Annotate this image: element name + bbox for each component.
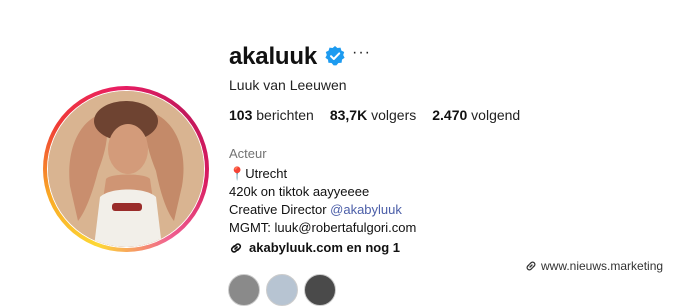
bio-mention-link[interactable]: @akabyluuk	[330, 202, 402, 217]
story-highlights	[228, 274, 336, 306]
profile-stats: 103 berichten 83,7K volgers 2.470 volgen…	[229, 107, 520, 123]
more-options-button[interactable]: ···	[352, 44, 371, 62]
profile-category: Acteur	[229, 146, 267, 161]
profile-website-link[interactable]: akabyluuk.com en nog 1	[229, 240, 400, 255]
stat-followers-label: volgers	[371, 107, 417, 123]
profile-username: akaluuk	[229, 43, 317, 70]
bio-line-director: Creative Director @akabyluuk	[229, 201, 416, 219]
website-link-text: akabyluuk.com en nog 1	[249, 240, 400, 255]
link-icon	[526, 261, 536, 271]
story-ring[interactable]	[43, 86, 209, 252]
highlight-item[interactable]	[304, 274, 336, 306]
stat-following-label: volgend	[471, 107, 521, 123]
bio-director-text: Creative Director	[229, 202, 331, 217]
watermark: www.nieuws.marketing	[522, 258, 667, 274]
stat-following[interactable]: 2.470 volgend	[432, 107, 520, 123]
profile-full-name: Luuk van Leeuwen	[229, 77, 347, 93]
watermark-text: www.nieuws.marketing	[541, 259, 664, 273]
highlight-item[interactable]	[266, 274, 298, 306]
stat-followers[interactable]: 83,7K volgers	[330, 107, 416, 123]
avatar-image	[48, 91, 204, 247]
stat-posts-value: 103	[229, 107, 253, 123]
highlight-item[interactable]	[228, 274, 260, 306]
stat-followers-value: 83,7K	[329, 107, 368, 123]
stat-posts-label: berichten	[256, 107, 314, 123]
bio-line-mgmt: MGMT: luuk@robertafulgori.com	[229, 220, 417, 235]
avatar[interactable]	[48, 91, 204, 247]
link-icon	[230, 242, 242, 253]
profile-bio: 📍Utrecht 420k on tiktok aayyeeee Creativ…	[229, 165, 416, 237]
stat-posts: 103 berichten	[229, 107, 314, 123]
bio-location-text: Utrecht	[245, 166, 288, 181]
verified-badge-icon	[325, 46, 345, 66]
bio-location: 📍Utrecht	[229, 165, 416, 183]
stat-following-value: 2.470	[432, 107, 468, 123]
pin-icon: 📍	[229, 166, 246, 181]
bio-line-tiktok: 420k on tiktok aayyeeee	[229, 184, 370, 199]
